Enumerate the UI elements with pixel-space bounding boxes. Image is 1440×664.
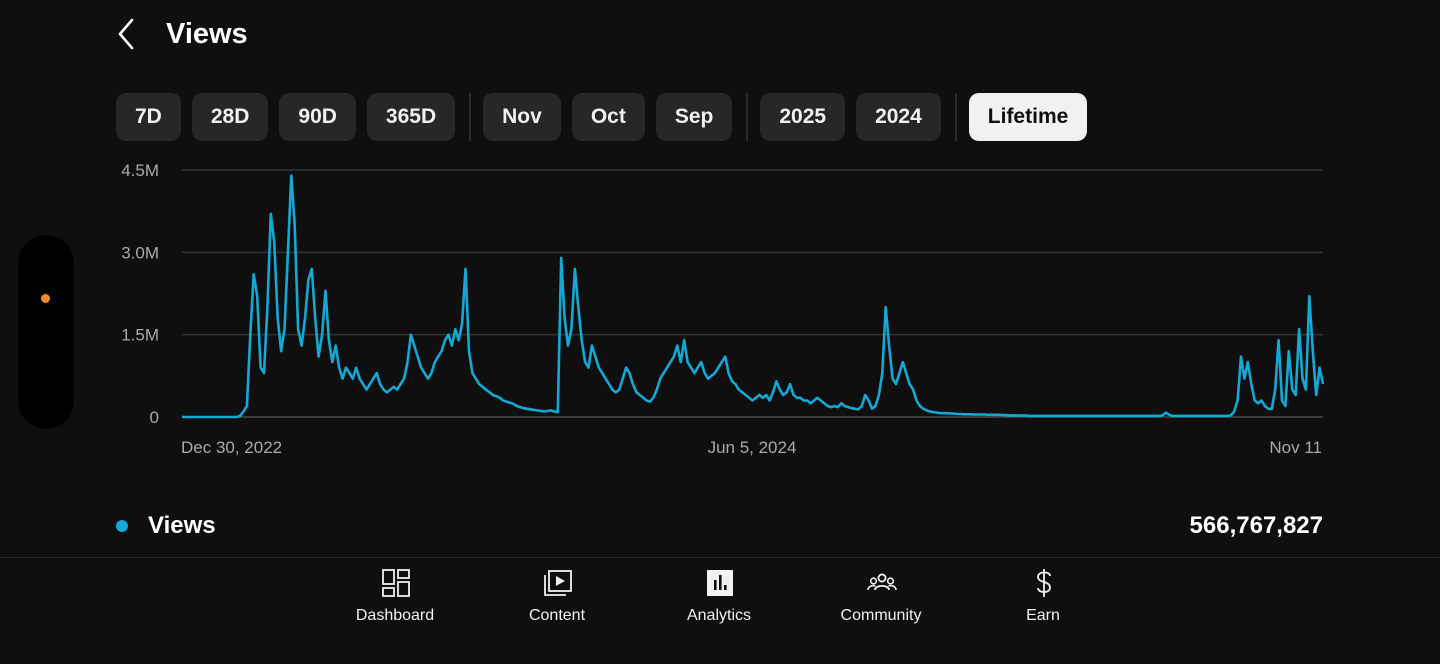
nav-dashboard[interactable]: Dashboard	[314, 566, 476, 636]
chip-lifetime[interactable]: Lifetime	[968, 93, 1088, 141]
chip-separator	[746, 93, 749, 141]
chip-2025[interactable]: 2025	[760, 93, 846, 141]
chevron-left-icon	[118, 18, 134, 50]
dashboard-icon	[382, 569, 410, 597]
chip-365d[interactable]: 365D	[366, 93, 456, 141]
nav-label: Analytics	[686, 607, 752, 624]
legend-dot	[116, 520, 128, 532]
chip-oct[interactable]: Oct	[571, 93, 645, 141]
chip-28d[interactable]: 28D	[191, 93, 269, 141]
page-title: Views	[166, 18, 248, 50]
bottom-nav-divider	[0, 557, 1440, 558]
dollar-icon	[1037, 569, 1051, 597]
chip-separator	[469, 93, 472, 141]
y-tick-label: 3.0M	[121, 243, 159, 262]
x-tick-label: Nov 11	[1269, 438, 1322, 457]
y-tick-label: 1.5M	[121, 326, 159, 345]
chip-2024[interactable]: 2024	[856, 93, 941, 141]
chip-nov[interactable]: Nov	[483, 93, 561, 141]
date-range-chips: 7D 28D 90D 365D Nov Oct Sep 2025 2024 Li…	[116, 93, 1098, 141]
nav-community[interactable]: Community	[800, 566, 962, 636]
chip-separator	[954, 93, 957, 141]
nav-label: Community	[840, 607, 922, 624]
chip-90d[interactable]: 90D	[279, 93, 356, 141]
bottom-nav: Dashboard Content Analytics Community Ea…	[314, 566, 1126, 636]
legend-label: Views	[148, 512, 216, 539]
nav-label: Dashboard	[355, 607, 435, 624]
nav-label: Earn	[1026, 607, 1060, 624]
community-icon	[867, 573, 897, 591]
views-line-chart[interactable]: 0 1.5M 3.0M 4.5M Dec 30, 2022 Jun 5, 2024 Nov …	[0, 150, 1440, 470]
content-icon	[544, 570, 572, 596]
x-tick-label: Jun 5, 2024	[708, 438, 797, 457]
back-button[interactable]	[112, 16, 144, 52]
chip-sep[interactable]: Sep	[655, 93, 733, 141]
views-total: 566,767,827	[1189, 512, 1323, 539]
analytics-icon	[707, 570, 733, 596]
x-tick-label: Dec 30, 2022	[181, 438, 282, 457]
analytics-views-screen: Views 7D 28D 90D 365D Nov Oct Sep 2025 2…	[0, 0, 1440, 664]
views-series-line[interactable]	[182, 174, 1325, 419]
nav-label: Content	[528, 607, 586, 624]
nav-analytics[interactable]: Analytics	[638, 566, 800, 636]
y-tick-label: 4.5M	[121, 161, 159, 180]
chip-7d[interactable]: 7D	[116, 93, 181, 141]
y-tick-label: 0	[150, 408, 159, 427]
nav-earn[interactable]: Earn	[962, 566, 1124, 636]
nav-content[interactable]: Content	[476, 566, 638, 636]
